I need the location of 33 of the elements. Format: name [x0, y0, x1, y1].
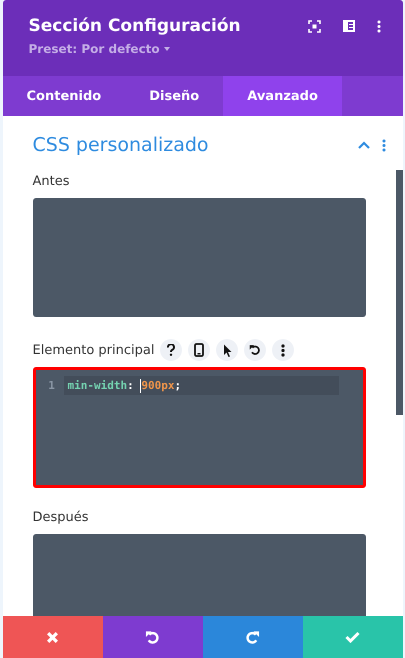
undo-icon: [145, 630, 160, 644]
tab[interactable]: Contenido: [2, 76, 126, 116]
more-icon[interactable]: [376, 20, 380, 33]
line-number: 1: [47, 379, 56, 392]
sidebar-icon[interactable]: [342, 20, 354, 32]
more-icon[interactable]: [382, 138, 386, 152]
redo-icon: [245, 630, 260, 644]
phone-button[interactable]: [188, 339, 210, 361]
phone-icon: [194, 343, 204, 357]
field-label: Antes: [32, 174, 70, 189]
check-icon: [345, 631, 360, 643]
panel-title: Sección Configuración: [28, 16, 241, 36]
more-icon: [281, 344, 286, 356]
chevron-icon[interactable]: [358, 141, 370, 149]
tab[interactable]: Avanzado: [223, 76, 342, 116]
close-icon: [46, 630, 59, 644]
help-button[interactable]: [160, 339, 182, 361]
tab[interactable]: Diseño: [125, 76, 224, 116]
more-button[interactable]: [272, 339, 294, 361]
pointer-button[interactable]: [216, 339, 238, 361]
cancel-button[interactable]: [2, 616, 102, 658]
caret-icon: [164, 47, 170, 51]
code-editor[interactable]: 1 min-width: 900px;: [32, 367, 366, 488]
help-icon: [166, 344, 176, 356]
field-label: Después: [32, 510, 89, 525]
undo-icon: [249, 344, 262, 356]
field-label: Elemento principal: [32, 342, 154, 358]
fullscreen-icon[interactable]: [308, 20, 320, 33]
scrollbar[interactable]: [396, 170, 402, 415]
preset-dropdown[interactable]: Preset: Por defecto: [28, 42, 241, 56]
reset-button[interactable]: [244, 339, 266, 361]
section-title[interactable]: CSS personalizado: [32, 134, 209, 156]
pointer-icon: [222, 344, 232, 356]
